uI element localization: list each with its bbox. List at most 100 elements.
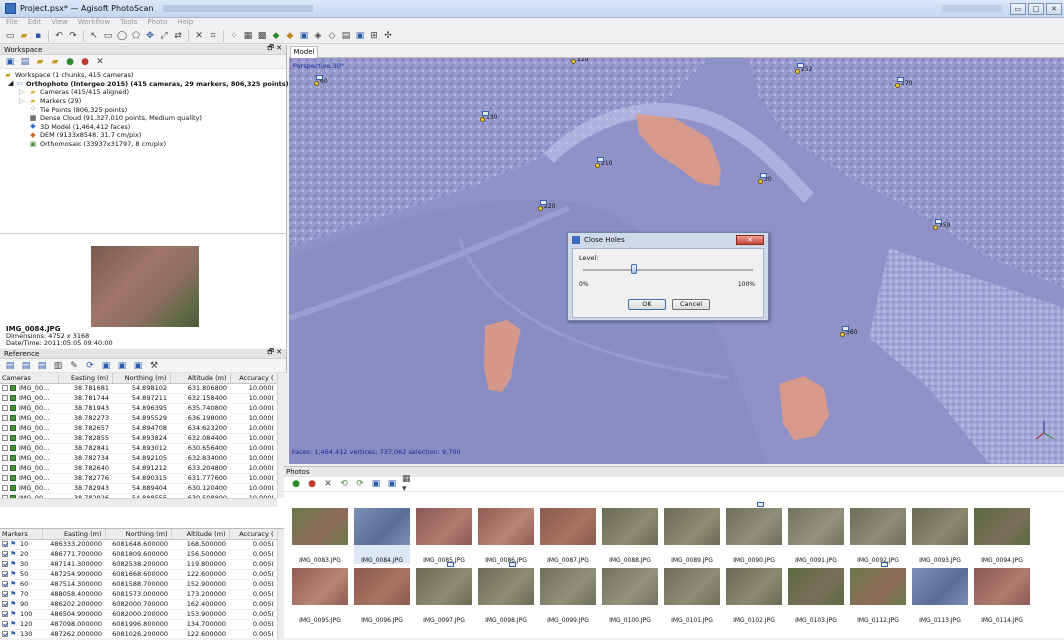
textured-icon[interactable]: ◆ — [284, 30, 296, 42]
table-row[interactable]: IMG_00... 38.781681 54.898102 631.806800 10.… — [0, 383, 277, 394]
table-icon[interactable]: ▥ — [52, 360, 64, 372]
camera-name-cell[interactable]: IMG_00... — [0, 403, 58, 414]
edit-icon[interactable]: ✎ — [68, 360, 80, 372]
checkbox[interactable] — [2, 631, 8, 637]
resize-icon[interactable]: ⤢ — [158, 30, 170, 42]
photo-thumbnail[interactable]: IMG_0084.JPG — [354, 508, 410, 564]
add-folder-icon[interactable]: ▰ — [34, 56, 46, 68]
checkbox[interactable] — [2, 561, 8, 567]
maximize-button[interactable]: □ — [1028, 2, 1044, 15]
photo-thumbnail[interactable]: IMG_0088.JPG — [602, 508, 658, 564]
camera-name-cell[interactable]: IMG_00... — [0, 453, 58, 464]
tree-workspace[interactable]: ▰ Workspace (1 chunks, 415 cameras) — [4, 71, 282, 80]
table-row[interactable]: ⚑ 30 487141.300000 6082538.200000 119.800000… — [0, 559, 277, 570]
enable-icon[interactable]: ● — [64, 56, 76, 68]
photo-thumbnail[interactable]: IMG_0086.JPG — [478, 508, 534, 564]
camera-name-cell[interactable]: IMG_00... — [0, 463, 58, 474]
photo-thumbnail[interactable]: IMG_0096.JPG — [354, 568, 410, 624]
table-row[interactable]: ⚑ 10 486333.200000 6081648.600000 168.500000… — [0, 539, 277, 550]
add-marker-icon[interactable]: ▰ — [49, 56, 61, 68]
ortho-icon[interactable]: ◇ — [326, 30, 338, 42]
marker-350[interactable]: 350 — [933, 219, 950, 230]
dem-icon[interactable]: ◈ — [312, 30, 324, 42]
menu-photo[interactable]: Photo — [147, 18, 167, 28]
tiled-icon[interactable]: ▣ — [298, 30, 310, 42]
cameras-hscroll[interactable] — [0, 498, 277, 507]
show-markers-icon[interactable]: ▣ — [354, 30, 366, 42]
crop-icon[interactable]: ⌗ — [207, 30, 219, 42]
checkbox[interactable] — [2, 571, 8, 577]
clear-icon[interactable]: ▤ — [36, 360, 48, 372]
rotate-left-icon[interactable]: ⟲ — [338, 478, 350, 490]
table-row[interactable]: IMG_00... 38.782640 54.891212 633.204800 10.… — [0, 463, 277, 474]
photo-thumbnail[interactable]: IMG_0087.JPG — [540, 508, 596, 564]
checkbox[interactable] — [2, 581, 8, 587]
table-row[interactable]: IMG_00... 38.782855 54.893824 632.084400 10.… — [0, 433, 277, 444]
photo-thumbnail[interactable]: IMG_0101.JPG — [664, 568, 720, 624]
solid-icon[interactable]: ◆ — [270, 30, 282, 42]
add-chunk-icon[interactable]: ▣ — [4, 56, 16, 68]
checkbox[interactable] — [2, 621, 8, 627]
pointer-icon[interactable]: ↖ — [88, 30, 100, 42]
column-header[interactable]: Easting (m) — [58, 373, 113, 384]
photo-thumbnail[interactable]: IMG_0114.JPG — [974, 568, 1030, 624]
photo-thumbnail[interactable]: IMG_0097.JPG — [416, 562, 472, 624]
camera-name-cell[interactable]: IMG_00... — [0, 383, 58, 394]
marker-252[interactable]: 252 — [795, 63, 812, 74]
checkbox[interactable] — [2, 405, 8, 411]
table-row[interactable]: IMG_00... 38.782776 54.890315 631.777600 10.… — [0, 473, 277, 484]
menu-tools[interactable]: Tools — [120, 18, 137, 28]
checkbox[interactable] — [2, 541, 8, 547]
photo-thumbnail[interactable]: IMG_0090.JPG — [726, 502, 782, 564]
camera-name-cell[interactable]: IMG_00... — [0, 443, 58, 454]
marker-270[interactable]: 270 — [895, 77, 912, 88]
camera-name-cell[interactable]: IMG_00... — [0, 393, 58, 404]
table-row[interactable]: ⚑ 60 487514.300000 6081588.700000 152.900000… — [0, 579, 277, 590]
marker-130[interactable]: 130 — [480, 111, 497, 122]
marker-name-cell[interactable]: ⚑ 100 — [0, 609, 42, 620]
table-row[interactable]: IMG_00... 38.782841 54.893012 630.656400 10.… — [0, 443, 277, 454]
camera-name-cell[interactable]: IMG_00... — [0, 473, 58, 484]
marker-60[interactable]: 60 — [314, 75, 328, 86]
reset-filter-icon[interactable]: ▣ — [386, 478, 398, 490]
checkbox[interactable] — [2, 611, 8, 617]
photo-thumbnail[interactable]: IMG_0099.JPG — [540, 568, 596, 624]
free-select-icon[interactable]: ⬠ — [130, 30, 142, 42]
table-row[interactable]: ⚑ 90 486202.200000 6082000.700000 162.400000… — [0, 599, 277, 610]
remove-icon[interactable]: ✕ — [94, 56, 106, 68]
column-header[interactable]: Altitude (m) — [171, 529, 230, 540]
minimize-button[interactable]: ▭ — [1010, 2, 1026, 15]
photo-thumbnail[interactable]: IMG_0085.JPG — [416, 508, 472, 564]
settings-icon[interactable]: ⚒ — [148, 360, 160, 372]
import-icon[interactable]: ▤ — [4, 360, 16, 372]
marker-220[interactable]: 220 — [538, 200, 555, 211]
pane-close-icon[interactable]: 🗗 ✕ — [267, 44, 282, 55]
table-row[interactable]: IMG_00... 38.782734 54.892105 632.834000 10.… — [0, 453, 277, 464]
column-header[interactable]: Northing (m) — [112, 373, 171, 384]
navigation-icon[interactable]: ✣ — [382, 30, 394, 42]
disable-icon[interactable]: ● — [79, 56, 91, 68]
marker-120[interactable]: 120 — [571, 58, 588, 64]
marker-210[interactable]: 210 — [595, 157, 612, 168]
delete-selection-icon[interactable]: ✕ — [193, 30, 205, 42]
tree-3d-model[interactable]: ◆ 3D Model (1,464,412 faces) — [4, 123, 282, 132]
menu-file[interactable]: File — [6, 18, 18, 28]
redo-icon[interactable]: ↷ — [67, 30, 79, 42]
photo-thumbnail[interactable]: IMG_0095.JPG — [292, 568, 348, 624]
show-region-icon[interactable]: ⊞ — [368, 30, 380, 42]
table-row[interactable]: IMG_00... 38.781943 54.896395 635.740800 10.… — [0, 403, 277, 414]
checkbox[interactable] — [2, 485, 8, 491]
close-button[interactable]: ✕ — [1046, 2, 1062, 15]
dense-cloud-icon[interactable]: ▦ — [242, 30, 254, 42]
column-header[interactable]: Altitude (m) — [170, 373, 231, 384]
checkbox[interactable] — [2, 455, 8, 461]
show-cameras-icon[interactable]: ▤ — [340, 30, 352, 42]
ok-button[interactable]: OK — [628, 299, 666, 310]
tree-chunk[interactable]: ◢ ▭ Orthophoto (Intergeo 2015) (415 camera… — [4, 80, 302, 89]
menu-help[interactable]: Help — [177, 18, 193, 28]
circle-select-icon[interactable]: ◯ — [116, 30, 128, 42]
photo-thumbnail[interactable]: IMG_0093.JPG — [912, 508, 968, 564]
menu-edit[interactable]: Edit — [28, 18, 42, 28]
table-row[interactable]: IMG_00... 38.782273 54.895529 636.198000 10.… — [0, 413, 277, 424]
move-icon[interactable]: ⇄ — [172, 30, 184, 42]
